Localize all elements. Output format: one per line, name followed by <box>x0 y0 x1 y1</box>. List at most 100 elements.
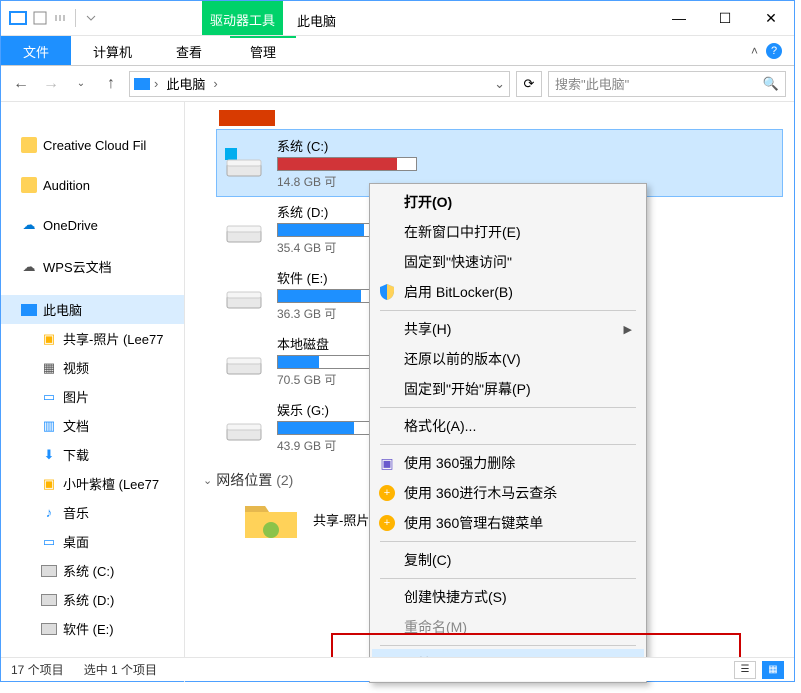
menu-item-label: 还原以前的版本(V) <box>404 349 521 369</box>
tree-item-documents[interactable]: ▥文档 <box>1 411 184 440</box>
forward-button[interactable]: → <box>39 72 63 96</box>
menu-item[interactable]: 共享(H)▶ <box>372 314 644 344</box>
youku-tile[interactable] <box>219 110 275 126</box>
tree-item-drive[interactable]: 系统 (D:) <box>1 585 184 614</box>
menu-item-label: 启用 BitLocker(B) <box>404 282 513 302</box>
contextual-tab-group: 驱动器工具 <box>202 1 283 35</box>
tree-item-wps-cloud[interactable]: ☁WPS云文档 <box>1 252 184 281</box>
breadcrumb-root[interactable]: 此电脑 <box>162 72 209 95</box>
context-menu[interactable]: 打开(O) 在新窗口中打开(E) 固定到"快速访问" 启用 BitLocker(B) 共… <box>369 183 647 683</box>
manage-tab[interactable]: 管理 <box>230 36 296 65</box>
tree-item-pictures[interactable]: ▭ 图片 <box>1 382 184 411</box>
tree-item-videos[interactable]: ▦视频 <box>1 353 184 382</box>
minimize-button[interactable]: — <box>656 1 702 35</box>
close-button[interactable]: ✕ <box>748 1 794 35</box>
computer-tab[interactable]: 计算机 <box>71 36 154 65</box>
tree-item-share-photos[interactable]: ▣共享-照片 (Lee77 <box>1 324 184 353</box>
collapse-chevron-icon[interactable]: ⌄ <box>203 474 212 487</box>
tree-item-label: 系统 (C:) <box>63 561 114 580</box>
menu-item[interactable]: +使用 360进行木马云查杀 <box>372 478 644 508</box>
menu-item-label: 重命名(M) <box>404 617 467 637</box>
search-input[interactable]: 搜索"此电脑" 🔍 <box>548 71 786 97</box>
submenu-arrow-icon: ▶ <box>624 323 632 336</box>
menu-separator <box>380 310 636 311</box>
maximize-button[interactable]: ☐ <box>702 1 748 35</box>
section-count: (2) <box>276 472 293 488</box>
tree-item-label: Audition <box>43 178 90 193</box>
back-button[interactable]: ← <box>9 72 33 96</box>
tree-item-desktop[interactable]: ▭桌面 <box>1 527 184 556</box>
recent-dropdown-icon[interactable]: ⌄ <box>69 72 93 96</box>
refresh-button[interactable]: ⟳ <box>516 71 542 97</box>
menu-item[interactable]: 固定到"开始"屏幕(P) <box>372 374 644 404</box>
menu-item[interactable]: 打开(O) <box>372 187 644 217</box>
help-icon[interactable]: ? <box>766 43 782 59</box>
tree-item-label: 音乐 <box>63 503 89 522</box>
menu-item-label: 复制(C) <box>404 550 451 570</box>
qat-separator <box>75 9 76 27</box>
drive-icon <box>223 278 265 312</box>
menu-item[interactable]: 在新窗口中打开(E) <box>372 217 644 247</box>
drive-icon <box>41 592 57 608</box>
tree-item-label: 下载 <box>63 445 89 464</box>
menu-item[interactable]: 创建快捷方式(S) <box>372 582 644 612</box>
drive-info: 系统 (C:)14.8 GB 可 <box>277 136 776 190</box>
menu-item[interactable]: 复制(C) <box>372 545 644 575</box>
tree-item-onedrive[interactable]: ☁OneDrive <box>1 212 184 238</box>
tiles-view-button[interactable]: ▦ <box>762 661 784 679</box>
drive-icon <box>223 212 265 246</box>
menu-separator <box>380 578 636 579</box>
tree-item-music[interactable]: ♪ 音乐 <box>1 498 184 527</box>
tree-item-label: 小叶紫檀 (Lee77 <box>63 474 159 493</box>
tree-item-drive[interactable]: 软件 (E:) <box>1 614 184 643</box>
titlebar: 驱动器工具 此电脑 — ☐ ✕ <box>1 1 794 36</box>
menu-item[interactable]: 格式化(A)... <box>372 411 644 441</box>
menu-item-label: 固定到"快速访问" <box>404 252 512 272</box>
qat-properties-icon[interactable] <box>33 11 47 25</box>
breadcrumb-chevron-icon[interactable]: › <box>154 76 158 91</box>
network-item-label[interactable]: 共享-照片 ( <box>313 510 377 529</box>
menu-item[interactable]: +使用 360管理右键菜单 <box>372 508 644 538</box>
tab-group-label: 驱动器工具 <box>210 10 275 29</box>
shared-folder-icon[interactable] <box>241 494 301 544</box>
tree-item-label: Creative Cloud Fil <box>43 138 146 153</box>
tree-item-label: 图片 <box>63 387 89 406</box>
qat-dropdown-icon[interactable] <box>84 11 98 25</box>
menu-item[interactable]: ▣ 使用 360强力删除 <box>372 448 644 478</box>
pictures-icon: ▭ <box>41 389 57 405</box>
menu-item[interactable]: 启用 BitLocker(B) <box>372 277 644 307</box>
up-button[interactable]: ↑ <box>99 72 123 96</box>
navigation-tree[interactable]: Creative Cloud Fil Audition ☁OneDrive ☁WPS云… <box>1 102 185 682</box>
window-controls: — ☐ ✕ <box>656 1 794 35</box>
collapse-ribbon-icon[interactable]: ˄ <box>751 44 758 58</box>
menu-item[interactable]: 还原以前的版本(V) <box>372 344 644 374</box>
tree-item-pc[interactable]: 此电脑 <box>1 295 184 324</box>
tree-item-folder[interactable]: Audition <box>1 172 184 198</box>
menu-item[interactable]: 固定到"快速访问" <box>372 247 644 277</box>
menu-item-label: 打开(O) <box>404 192 452 212</box>
drive-icon <box>41 621 57 637</box>
tree-item-share[interactable]: ▣ 小叶紫檀 (Lee77 <box>1 469 184 498</box>
address-dropdown-icon[interactable]: ⌄ <box>494 76 505 92</box>
tree-item-downloads[interactable]: ⬇下载 <box>1 440 184 469</box>
folder-cc-icon <box>21 137 37 153</box>
menu-item-label: 创建快捷方式(S) <box>404 587 507 607</box>
breadcrumb-chevron-icon[interactable]: › <box>213 76 217 91</box>
360del-icon: ▣ <box>378 454 396 472</box>
menu-item-label: 使用 360强力删除 <box>404 453 515 473</box>
address-bar[interactable]: › 此电脑 › ⌄ <box>129 71 510 97</box>
tree-item-label: 此电脑 <box>43 300 82 319</box>
file-explorer-window: 驱动器工具 此电脑 — ☐ ✕ 文件 计算机 查看 管理 ˄ ? ← → ⌄ ↑… <box>0 0 795 682</box>
view-tab[interactable]: 查看 <box>154 36 224 65</box>
search-placeholder: 搜索"此电脑" <box>555 74 629 93</box>
music-icon: ♪ <box>41 505 57 521</box>
menu-item: 重命名(M) <box>372 612 644 642</box>
tree-item-folder-cc[interactable]: Creative Cloud Fil <box>1 132 184 158</box>
qat-new-folder-icon[interactable] <box>53 11 67 25</box>
tree-item-drive[interactable]: 系统 (C:) <box>1 556 184 585</box>
file-tab[interactable]: 文件 <box>1 36 71 65</box>
status-bar: 17 个项目 选中 1 个项目 ☰ ▦ <box>1 657 794 681</box>
drive-icon <box>223 146 265 180</box>
details-view-button[interactable]: ☰ <box>734 661 756 679</box>
share-icon: ▣ <box>41 476 57 492</box>
